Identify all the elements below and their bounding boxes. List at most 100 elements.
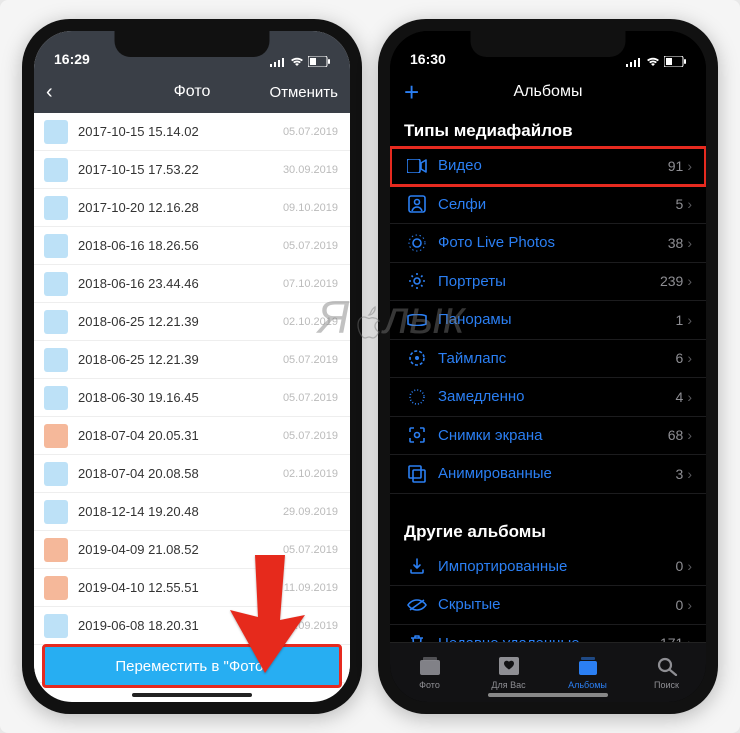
file-name: 2018-06-30 19.16.45	[78, 390, 283, 405]
photo-thumb-icon	[44, 462, 68, 486]
chevron-right-icon: ›	[687, 196, 692, 212]
tab-label: Для Вас	[491, 680, 525, 690]
chevron-right-icon: ›	[687, 427, 692, 443]
album-row-livephoto[interactable]: Фото Live Photos38›	[390, 224, 706, 263]
photo-thumb-icon	[44, 196, 68, 220]
back-button[interactable]: ‹	[46, 82, 53, 102]
album-row-screenshot[interactable]: Снимки экрана68›	[390, 417, 706, 456]
row-count: 68	[668, 427, 684, 443]
list-item[interactable]: 2018-06-25 12.21.3905.07.2019	[34, 341, 350, 379]
list-item[interactable]: 2018-06-16 18.26.5605.07.2019	[34, 227, 350, 265]
portrait-icon	[404, 272, 430, 290]
list-item[interactable]: 2019-06-08 18.20.3108.09.2019	[34, 607, 350, 645]
file-date: 09.10.2019	[283, 202, 338, 214]
tab-photos[interactable]: Фото	[390, 643, 469, 702]
video-thumb-icon	[44, 538, 68, 562]
battery-icon	[308, 56, 330, 67]
file-date: 11.09.2019	[284, 582, 338, 594]
add-button[interactable]: +	[404, 79, 419, 105]
photo-thumb-icon	[44, 500, 68, 524]
file-name: 2019-06-08 18.20.31	[78, 618, 283, 633]
wifi-icon	[646, 57, 660, 67]
file-name: 2018-06-25 12.21.39	[78, 352, 283, 367]
move-button-label: Переместить в "Фото"	[115, 658, 268, 675]
album-row-selfie[interactable]: Селфи5›	[390, 186, 706, 225]
selfie-icon	[404, 195, 430, 213]
row-label: Фото Live Photos	[438, 234, 668, 251]
animated-icon	[404, 465, 430, 483]
tab-label: Поиск	[654, 680, 679, 690]
status-time: 16:29	[54, 51, 90, 67]
tab-search[interactable]: Поиск	[627, 643, 706, 702]
list-item[interactable]: 2017-10-15 17.53.2230.09.2019	[34, 151, 350, 189]
row-label: Панорамы	[438, 311, 676, 328]
chevron-right-icon: ›	[687, 350, 692, 366]
album-row-video[interactable]: Видео91›	[390, 147, 706, 186]
chevron-right-icon: ›	[687, 158, 692, 174]
chevron-right-icon: ›	[687, 273, 692, 289]
signal-icon	[270, 57, 286, 67]
tab-label: Фото	[419, 680, 440, 690]
file-date: 02.10.2019	[283, 316, 338, 328]
album-row-timelapse[interactable]: Таймлапс6›	[390, 340, 706, 379]
file-name: 2018-06-16 18.26.56	[78, 238, 283, 253]
notch	[471, 31, 626, 57]
album-row-portrait[interactable]: Портреты239›	[390, 263, 706, 302]
photo-thumb-icon	[44, 272, 68, 296]
search-icon	[656, 656, 678, 678]
hidden-icon	[404, 598, 430, 612]
list-item[interactable]: 2018-06-30 19.16.4505.07.2019	[34, 379, 350, 417]
file-date: 05.07.2019	[283, 354, 338, 366]
import-icon	[404, 557, 430, 575]
album-row-slomo[interactable]: Замедленно4›	[390, 378, 706, 417]
video-thumb-icon	[44, 576, 68, 600]
album-row-pano[interactable]: Панорамы1›	[390, 301, 706, 340]
section-other-albums: Другие альбомы	[390, 514, 706, 548]
list-item[interactable]: 2019-04-09 21.08.5205.07.2019	[34, 531, 350, 569]
file-list[interactable]: 2017-10-15 15.14.0205.07.20192017-10-15 …	[34, 113, 350, 683]
file-date: 29.09.2019	[283, 506, 338, 518]
row-label: Таймлапс	[438, 350, 676, 367]
file-date: 07.10.2019	[283, 278, 338, 290]
album-row-hidden[interactable]: Скрытые0›	[390, 586, 706, 625]
list-item[interactable]: 2017-10-20 12.16.2809.10.2019	[34, 189, 350, 227]
list-item[interactable]: 2018-07-04 20.05.3105.07.2019	[34, 417, 350, 455]
list-item[interactable]: 2018-12-14 19.20.4829.09.2019	[34, 493, 350, 531]
album-row-import[interactable]: Импортированные0›	[390, 548, 706, 587]
phone-frame-right: 16:30 + Альбомы Типы медиафайлов Видео91…	[378, 19, 718, 714]
photo-thumb-icon	[44, 120, 68, 144]
row-count: 5	[676, 196, 684, 212]
file-date: 05.07.2019	[283, 544, 338, 556]
file-date: 02.10.2019	[283, 468, 338, 480]
list-item[interactable]: 2019-04-10 12.55.5111.09.2019	[34, 569, 350, 607]
cancel-button[interactable]: Отменить	[269, 84, 338, 101]
home-indicator[interactable]	[132, 693, 252, 697]
photo-thumb-icon	[44, 234, 68, 258]
video-thumb-icon	[44, 424, 68, 448]
row-count: 0	[676, 597, 684, 613]
pano-icon	[404, 314, 430, 326]
row-count: 38	[668, 235, 684, 251]
status-icons	[626, 56, 686, 67]
list-item[interactable]: 2018-07-04 20.08.5802.10.2019	[34, 455, 350, 493]
move-to-photos-button[interactable]: Переместить в "Фото"	[42, 644, 342, 688]
file-name: 2017-10-15 17.53.22	[78, 162, 283, 177]
home-indicator[interactable]	[488, 693, 608, 697]
nav-bar: ‹ Фото Отменить	[34, 71, 350, 113]
chevron-right-icon: ›	[687, 597, 692, 613]
media-types-list: Видео91›Селфи5›Фото Live Photos38›Портре…	[390, 147, 706, 494]
signal-icon	[626, 57, 642, 67]
album-row-animated[interactable]: Анимированные3›	[390, 455, 706, 494]
file-name: 2018-07-04 20.05.31	[78, 428, 283, 443]
list-item[interactable]: 2018-06-16 23.44.4607.10.2019	[34, 265, 350, 303]
file-name: 2018-06-25 12.21.39	[78, 314, 283, 329]
row-count: 3	[676, 466, 684, 482]
albums-icon	[577, 656, 599, 678]
chevron-right-icon: ›	[687, 558, 692, 574]
phone-frame-left: 16:29 ‹ Фото Отменить 2017-10-15 15.14.0…	[22, 19, 362, 714]
list-item[interactable]: 2018-06-25 12.21.3902.10.2019	[34, 303, 350, 341]
row-count: 239	[660, 273, 683, 289]
row-label: Анимированные	[438, 465, 676, 482]
file-date: 05.07.2019	[283, 126, 338, 138]
list-item[interactable]: 2017-10-15 15.14.0205.07.2019	[34, 113, 350, 151]
